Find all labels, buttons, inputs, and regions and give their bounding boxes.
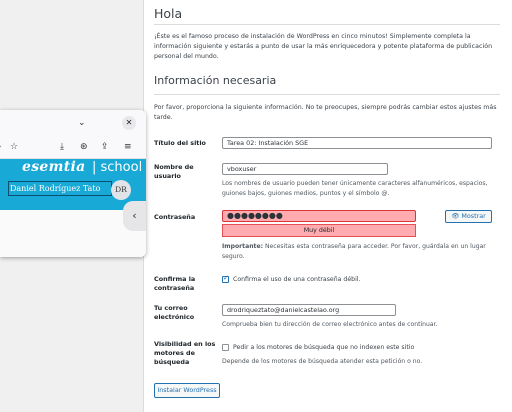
extensions-icon[interactable]: ⊛	[80, 142, 88, 152]
chevron-left-icon[interactable]: ‹	[123, 201, 146, 231]
eye-icon: 👁	[451, 212, 460, 220]
section-paragraph: Por favor, proporciona la siguiente info…	[154, 104, 497, 121]
section-title: Información necesaria	[154, 74, 277, 87]
brand-suffix: | school	[92, 160, 143, 175]
wp-install-panel: Hola ¡Éste es el famoso proceso de insta…	[143, 0, 512, 412]
password-input[interactable]: ●●●●●●●●	[222, 210, 416, 222]
brand-logo: esemtia	[22, 159, 86, 175]
confirm-weak-label: Confirma el uso de una contraseña débil.	[233, 276, 361, 283]
install-wordpress-button[interactable]: Instalar WordPress	[154, 383, 220, 398]
download-icon[interactable]: ⤓	[60, 142, 64, 152]
popup-titlebar: ⌄ ✕	[0, 110, 146, 136]
site-title-label: Título del sitio	[154, 139, 206, 147]
username-description: Los nombres de usuario pueden tener únic…	[222, 180, 488, 197]
site-title-input[interactable]: Tarea 02: Instalación SGE	[222, 137, 492, 149]
user-avatar[interactable]: DR	[111, 180, 131, 200]
password-label: Contraseña	[154, 213, 196, 221]
divider	[154, 24, 500, 25]
noindex-label: Pedir a los motores de búsqueda que no i…	[233, 344, 415, 351]
close-icon[interactable]: ✕	[122, 116, 136, 130]
visibility-description: Depende de los motores de búsqueda atend…	[222, 358, 423, 365]
confirm-weak-checkbox[interactable]	[222, 274, 229, 283]
username-label: Nombre de usuario	[154, 163, 194, 180]
divider	[154, 94, 500, 95]
share-icon[interactable]: ⇪	[101, 142, 109, 152]
email-label: Tu correo electrónico	[154, 304, 195, 321]
email-input[interactable]: drodriqueztato@danielcastelao.org	[222, 304, 396, 316]
show-password-label: Mostrar	[461, 212, 486, 220]
star-icon[interactable]: ☆	[10, 142, 18, 152]
email-description: Comprueba bien tu dirección de correo el…	[222, 321, 438, 328]
chevron-down-icon[interactable]: ⌄	[78, 118, 86, 128]
intro-text: ¡Éste es el famoso proceso de instalació…	[154, 33, 493, 60]
password-important: Importante: Necesitas esta contraseña pa…	[222, 242, 492, 261]
page-heading: Hola	[154, 6, 183, 21]
user-name[interactable]: Daniel Rodríguez Tato	[8, 181, 112, 196]
visibility-label: Visibilidad en los motores de búsqueda	[154, 340, 216, 366]
address-edge-icon: ›	[0, 142, 2, 152]
show-password-button[interactable]: 👁 Mostrar	[445, 210, 492, 223]
menu-icon[interactable]: ≡	[124, 142, 132, 152]
confirm-label: Confirma la contraseña	[154, 275, 196, 292]
popup-toolbar: › ☆ ⤓ ⊛ ⇪ ≡	[0, 136, 146, 159]
password-strength: Muy débil	[222, 224, 416, 237]
important-bold: Importante:	[222, 243, 264, 250]
browser-popup: ⌄ ✕ › ☆ ⤓ ⊛ ⇪ ≡ esemtia | school Daniel …	[0, 110, 146, 257]
noindex-checkbox[interactable]	[222, 344, 229, 351]
username-input[interactable]: vboxuser	[222, 163, 388, 175]
